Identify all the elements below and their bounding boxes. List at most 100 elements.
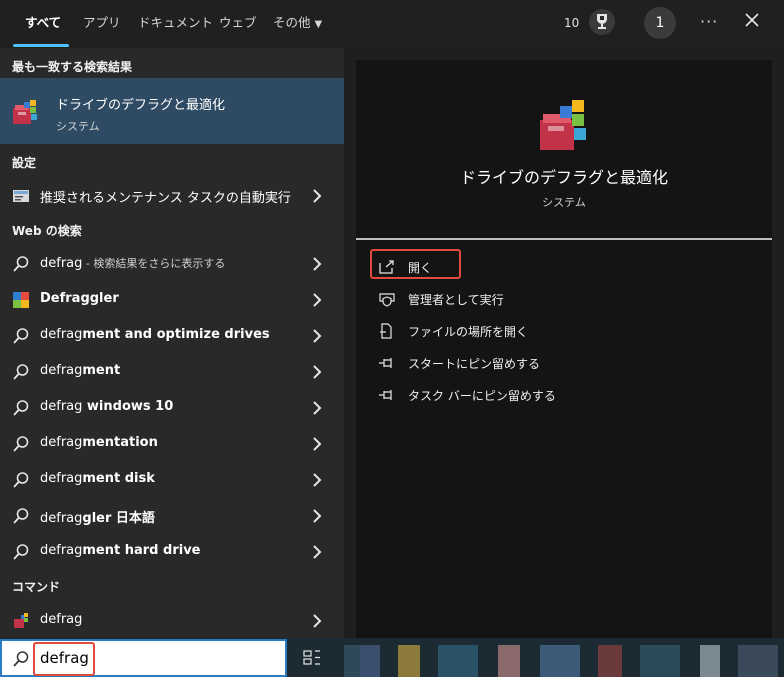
web-result-query: defrag: [40, 543, 83, 558]
section-web-search: Web の検索: [12, 224, 82, 238]
chevron-right-icon[interactable]: [312, 400, 322, 416]
search-icon: [13, 400, 29, 416]
chevron-right-icon[interactable]: [312, 328, 322, 344]
web-result-label: defragment disk: [40, 471, 155, 486]
action-pin-to-start-label: スタートにピン留めする: [408, 357, 541, 371]
action-pin-to-taskbar[interactable]: タスク バーにピン留めする: [378, 384, 678, 406]
taskbar-app-tile[interactable]: [540, 645, 580, 677]
tab-more[interactable]: その他 ▼: [273, 0, 322, 48]
task-view-icon[interactable]: [302, 648, 322, 668]
defrag-app-large-icon: [540, 100, 586, 150]
action-open-file-location[interactable]: ファイルの場所を開く: [378, 320, 678, 342]
taskbar-app-tile[interactable]: [498, 645, 520, 677]
defraggler-icon: [13, 292, 29, 308]
chevron-right-icon[interactable]: [312, 292, 322, 308]
web-result-completion: gler 日本語: [82, 511, 155, 526]
taskbar-app-tile[interactable]: [598, 645, 622, 677]
web-result-label: defrag - 検索結果をさらに表示する: [40, 255, 225, 271]
pin-icon: [379, 390, 392, 400]
web-result-item[interactable]: Defraggler: [0, 282, 344, 318]
web-result-completion: Defraggler: [40, 291, 119, 306]
chevron-right-icon[interactable]: [312, 508, 322, 524]
web-result-item[interactable]: defragment hard drive: [0, 534, 344, 570]
command-result-item[interactable]: defrag: [0, 603, 344, 639]
pin-icon: [379, 358, 392, 368]
open-icon: [379, 260, 394, 274]
search-icon: [13, 364, 29, 380]
search-icon: [13, 436, 29, 452]
detail-subtitle: システム: [542, 196, 586, 209]
chevron-right-icon[interactable]: [312, 472, 322, 488]
settings-result-item[interactable]: 推奨されるメンテナンス タスクの自動実行: [0, 178, 344, 214]
rewards-button[interactable]: [589, 9, 615, 35]
web-result-item[interactable]: defragmentation: [0, 426, 344, 462]
tab-web[interactable]: ウェブ: [219, 0, 257, 48]
action-open-file-location-label: ファイルの場所を開く: [408, 325, 529, 339]
maintenance-settings-icon: [13, 190, 29, 202]
section-settings: 設定: [12, 156, 37, 170]
taskbar-app-tile[interactable]: [360, 645, 380, 677]
close-icon[interactable]: [744, 12, 760, 32]
taskbar-app-tile[interactable]: [738, 645, 778, 677]
rewards-points: 10: [564, 16, 580, 30]
top-bar: すべて アプリ ドキュメント ウェブ その他 ▼ 10 1 ···: [0, 0, 784, 48]
more-options-icon[interactable]: ···: [700, 12, 718, 31]
active-tab-indicator: [13, 44, 69, 47]
shield-icon: [379, 293, 395, 307]
web-result-label: defragment hard drive: [40, 543, 200, 558]
section-commands: コマンド: [12, 580, 61, 594]
taskbar-app-tile[interactable]: [700, 645, 720, 677]
tab-apps[interactable]: アプリ: [83, 0, 121, 48]
action-open[interactable]: 開く: [378, 256, 678, 278]
web-result-item[interactable]: defrag - 検索結果をさらに表示する: [0, 246, 344, 282]
web-result-completion: ment hard drive: [82, 543, 201, 558]
defrag-app-icon: [13, 100, 37, 124]
account-avatar[interactable]: 1: [644, 7, 676, 39]
file-location-icon: [380, 323, 392, 339]
web-result-item[interactable]: defraggler 日本語: [0, 498, 344, 534]
chevron-right-icon[interactable]: [312, 613, 322, 629]
web-result-completion: ment disk: [82, 471, 155, 486]
web-result-item[interactable]: defrag windows 10: [0, 390, 344, 426]
web-result-query: defrag: [40, 327, 83, 342]
taskbar-app-tile[interactable]: [438, 645, 478, 677]
action-run-as-admin[interactable]: 管理者として実行: [378, 288, 678, 310]
chevron-down-icon: ▼: [314, 19, 323, 30]
taskbar-app-tile[interactable]: [398, 645, 420, 677]
taskbar-app-tile[interactable]: [640, 645, 680, 677]
trophy-icon: [597, 14, 607, 29]
best-match-subtitle: システム: [56, 120, 100, 133]
web-result-query: defrag: [40, 511, 83, 526]
search-icon: [13, 651, 29, 667]
defrag-command-icon: [14, 613, 28, 628]
chevron-right-icon[interactable]: [312, 436, 322, 452]
web-result-query: defrag: [40, 435, 83, 450]
command-result-label: defrag: [40, 612, 83, 627]
web-result-item[interactable]: defragment: [0, 354, 344, 390]
section-best-match: 最も一致する検索結果: [12, 60, 133, 74]
web-result-query: defrag: [40, 399, 83, 414]
tab-documents[interactable]: ドキュメント: [138, 0, 213, 48]
best-match-item[interactable]: ドライブのデフラグと最適化 システム: [0, 78, 344, 144]
search-input-highlight: [33, 642, 95, 676]
web-result-query: defrag: [40, 256, 83, 271]
web-result-completion: windows 10: [82, 399, 174, 414]
detail-divider: [356, 238, 772, 240]
chevron-right-icon[interactable]: [312, 256, 322, 272]
chevron-right-icon[interactable]: [312, 544, 322, 560]
web-result-label: defrag windows 10: [40, 399, 173, 414]
web-result-completion: ment and optimize drives: [82, 327, 270, 342]
chevron-right-icon[interactable]: [312, 188, 322, 204]
web-result-item[interactable]: defragment disk: [0, 462, 344, 498]
settings-result-label: 推奨されるメンテナンス タスクの自動実行: [40, 191, 291, 206]
tab-all[interactable]: すべて: [25, 0, 61, 48]
web-result-label: defragmentation: [40, 435, 158, 450]
chevron-right-icon[interactable]: [312, 364, 322, 380]
best-match-title: ドライブのデフラグと最適化: [56, 98, 226, 113]
web-result-query: defrag: [40, 471, 83, 486]
web-result-label: defragment and optimize drives: [40, 327, 270, 342]
search-icon: [13, 256, 29, 272]
results-list: 最も一致する検索結果 ドライブのデフラグと最適化 システム 設定 推奨されるメン…: [0, 48, 344, 638]
action-pin-to-start[interactable]: スタートにピン留めする: [378, 352, 678, 374]
web-result-item[interactable]: defragment and optimize drives: [0, 318, 344, 354]
